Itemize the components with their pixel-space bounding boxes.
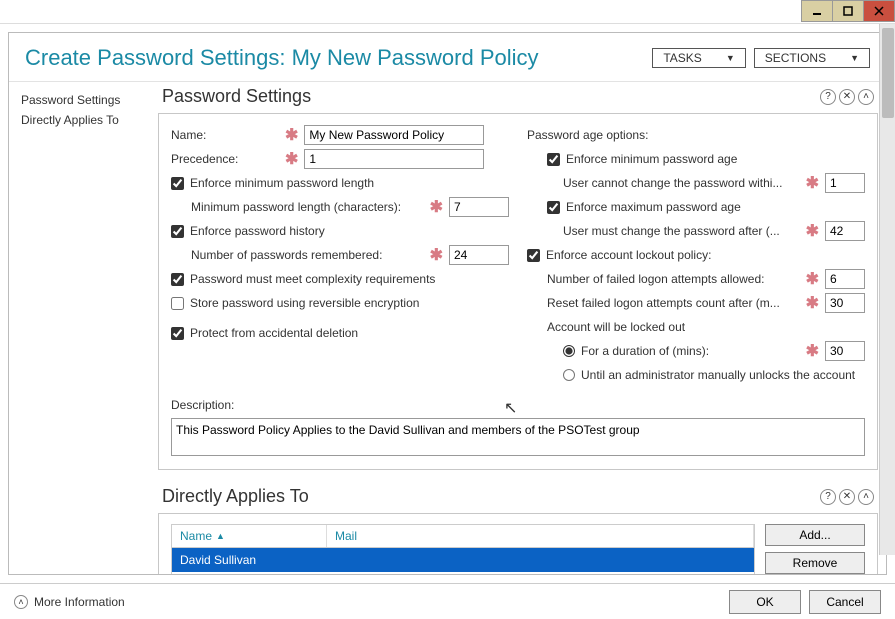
section-close-icon[interactable]: ✕	[839, 489, 855, 505]
min-age-text: User cannot change the password withi...	[563, 176, 782, 190]
name-input[interactable]	[304, 125, 484, 145]
protect-label: Protect from accidental deletion	[190, 326, 358, 340]
precedence-input[interactable]	[304, 149, 484, 169]
section-title-directly-applies-to: Directly Applies To	[162, 486, 309, 507]
lockout-reset-label: Reset failed logon attempts count after …	[547, 296, 780, 310]
more-information-toggle[interactable]: ˄More Information	[14, 595, 125, 609]
window-maximize-button[interactable]	[832, 0, 864, 22]
sidebar-item-password-settings[interactable]: Password Settings	[19, 90, 144, 110]
lockout-attempts-input[interactable]	[825, 269, 865, 289]
lockout-until-label: Until an administrator manually unlocks …	[581, 368, 855, 382]
lockout-duration-label: For a duration of (mins):	[581, 344, 709, 358]
sections-dropdown[interactable]: SECTIONS▼	[754, 48, 870, 68]
complexity-checkbox[interactable]	[171, 273, 184, 286]
required-icon: ✱	[800, 341, 825, 361]
description-label: Description:	[171, 398, 234, 412]
age-options-title: Password age options:	[527, 128, 648, 142]
window-minimize-button[interactable]	[801, 0, 833, 22]
section-collapse-icon[interactable]: ˄	[858, 489, 874, 505]
lockout-attempts-label: Number of failed logon attempts allowed:	[547, 272, 764, 286]
list-item[interactable]: David Sullivan	[172, 548, 754, 572]
column-header-name[interactable]: Name▲	[172, 525, 327, 547]
lockout-locked-label: Account will be locked out	[547, 320, 685, 334]
chevron-down-icon: ▼	[726, 53, 735, 63]
lockout-duration-radio[interactable]	[563, 345, 575, 357]
reversible-checkbox[interactable]	[171, 297, 184, 310]
required-icon: ✱	[800, 269, 825, 289]
section-collapse-icon[interactable]: ˄	[858, 89, 874, 105]
history-count-input[interactable]	[449, 245, 509, 265]
tasks-dropdown[interactable]: TASKS▼	[652, 48, 745, 68]
enforce-history-label: Enforce password history	[190, 224, 325, 238]
section-help-icon[interactable]: ?	[820, 489, 836, 505]
required-icon: ✱	[279, 125, 304, 145]
enforce-min-length-checkbox[interactable]	[171, 177, 184, 190]
min-length-label: Minimum password length (characters):	[191, 200, 401, 214]
scrollbar-thumb[interactable]	[882, 28, 894, 118]
min-length-input[interactable]	[449, 197, 509, 217]
min-age-input[interactable]	[825, 173, 865, 193]
required-icon: ✱	[279, 149, 304, 169]
max-age-input[interactable]	[825, 221, 865, 241]
ok-button[interactable]: OK	[729, 590, 801, 614]
reversible-label: Store password using reversible encrypti…	[190, 296, 419, 310]
lockout-reset-input[interactable]	[825, 293, 865, 313]
section-title-password-settings: Password Settings	[162, 86, 311, 107]
max-age-checkbox[interactable]	[547, 201, 560, 214]
sort-asc-icon: ▲	[216, 531, 225, 541]
required-icon: ✱	[424, 197, 449, 217]
lockout-duration-input[interactable]	[825, 341, 865, 361]
required-icon: ✱	[800, 173, 825, 193]
required-icon: ✱	[800, 221, 825, 241]
sidebar-item-directly-applies-to[interactable]: Directly Applies To	[19, 110, 144, 130]
protect-checkbox[interactable]	[171, 327, 184, 340]
required-icon: ✱	[424, 245, 449, 265]
section-help-icon[interactable]: ?	[820, 89, 836, 105]
remove-button[interactable]: Remove	[765, 552, 865, 574]
vertical-scrollbar[interactable]	[879, 24, 895, 555]
chevron-up-icon: ˄	[14, 595, 28, 609]
list-item[interactable]: PSOTest	[172, 572, 754, 574]
add-button[interactable]: Add...	[765, 524, 865, 546]
precedence-label: Precedence:	[171, 152, 279, 166]
cancel-button[interactable]: Cancel	[809, 590, 881, 614]
applies-to-list[interactable]: Name▲ Mail David Sullivan PSOTest	[171, 524, 755, 574]
enforce-min-length-label: Enforce minimum password length	[190, 176, 374, 190]
complexity-label: Password must meet complexity requiremen…	[190, 272, 435, 286]
name-label: Name:	[171, 128, 279, 142]
lockout-checkbox[interactable]	[527, 249, 540, 262]
required-icon: ✱	[800, 293, 825, 313]
description-input[interactable]	[171, 418, 865, 456]
chevron-down-icon: ▼	[850, 53, 859, 63]
window-close-button[interactable]	[863, 0, 895, 22]
enforce-history-checkbox[interactable]	[171, 225, 184, 238]
min-age-checkbox[interactable]	[547, 153, 560, 166]
section-close-icon[interactable]: ✕	[839, 89, 855, 105]
max-age-text: User must change the password after (...	[563, 224, 780, 238]
history-count-label: Number of passwords remembered:	[191, 248, 382, 262]
min-age-label: Enforce minimum password age	[566, 152, 737, 166]
lockout-label: Enforce account lockout policy:	[546, 248, 711, 262]
max-age-label: Enforce maximum password age	[566, 200, 741, 214]
lockout-until-radio[interactable]	[563, 369, 575, 381]
column-header-mail[interactable]: Mail	[327, 525, 754, 547]
page-title: Create Password Settings: My New Passwor…	[25, 45, 539, 71]
